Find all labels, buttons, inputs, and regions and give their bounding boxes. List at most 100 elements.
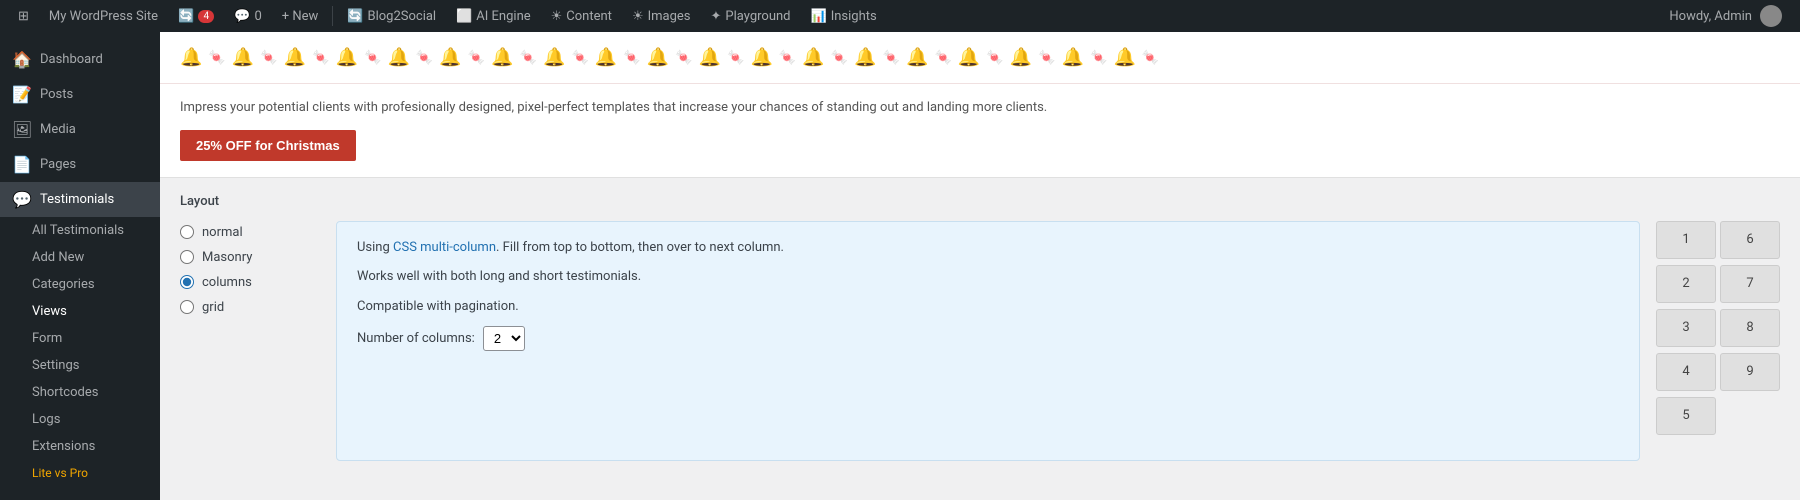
- christmas-button[interactable]: 25% OFF for Christmas: [180, 130, 356, 161]
- submenu-logs[interactable]: Logs: [0, 406, 160, 433]
- wp-logo[interactable]: ⊞: [10, 0, 37, 32]
- blog2social-button[interactable]: 🔄 Blog2Social: [339, 0, 444, 32]
- col-btn-6[interactable]: 6: [1720, 221, 1780, 259]
- submenu-add-new[interactable]: Add New: [0, 244, 160, 271]
- col-btn-3[interactable]: 3: [1656, 309, 1716, 347]
- submenu-shortcodes[interactable]: Shortcodes: [0, 379, 160, 406]
- new-button[interactable]: + New: [274, 0, 327, 32]
- dec-icon-19: 🔔: [647, 47, 669, 68]
- views-label: Views: [32, 304, 67, 319]
- layout-section: Layout normal Masonry columns: [160, 178, 1800, 477]
- updates-badge: 4: [198, 10, 214, 23]
- layout-options: normal Masonry columns grid: [180, 221, 320, 461]
- submenu-categories[interactable]: Categories: [0, 271, 160, 298]
- playground-icon: ✦: [711, 9, 722, 24]
- dec-icon-20: 🍬: [675, 50, 692, 66]
- dec-icon-14: 🍬: [520, 50, 537, 66]
- dec-icon-16: 🍬: [571, 50, 588, 66]
- user-avatar: [1760, 5, 1782, 27]
- line1-post: . Fill from top to bottom, then over to …: [496, 240, 784, 255]
- menu-item-dashboard[interactable]: 🏠 Dashboard: [0, 42, 160, 77]
- col-btn-9[interactable]: 9: [1720, 353, 1780, 391]
- line1-pre: Using: [357, 240, 393, 255]
- dec-icon-22: 🍬: [727, 50, 744, 66]
- insights-button[interactable]: 📊 Insights: [803, 0, 885, 32]
- layout-info-line3: Compatible with pagination.: [357, 297, 1619, 317]
- dec-icon-10: 🍬: [416, 50, 433, 66]
- posts-label: Posts: [40, 87, 73, 102]
- main-content: 🔔 🍬 🔔 🍬 🔔 🍬 🔔 🍬 🔔 🍬 🔔 🍬 🔔 🍬 🔔 🍬: [160, 32, 1800, 500]
- playground-button[interactable]: ✦ Playground: [703, 0, 799, 32]
- layout-info-box: Using CSS multi-column. Fill from top to…: [336, 221, 1640, 461]
- col-btn-1[interactable]: 1: [1656, 221, 1716, 259]
- dec-icon-37: 🔔: [1113, 47, 1135, 68]
- num-columns-row: Number of columns: 1 2 3 4: [357, 326, 1619, 351]
- blog2social-icon: 🔄: [347, 9, 363, 24]
- dec-icon-30: 🍬: [934, 50, 951, 66]
- dec-icon-21: 🔔: [699, 47, 721, 68]
- dec-icon-3: 🔔: [232, 47, 254, 68]
- media-label: Media: [40, 122, 76, 137]
- col-btn-empty: [1720, 397, 1780, 435]
- submenu-settings[interactable]: Settings: [0, 352, 160, 379]
- radio-normal[interactable]: normal: [180, 225, 320, 240]
- menu-item-pages[interactable]: 📄 Pages: [0, 147, 160, 182]
- lite-vs-pro-label: Lite vs Pro: [32, 466, 88, 480]
- ai-engine-label: AI Engine: [476, 9, 530, 24]
- menu-item-posts[interactable]: 📝 Posts: [0, 77, 160, 112]
- ai-engine-button[interactable]: ⬜ AI Engine: [448, 0, 539, 32]
- dec-icon-36: 🍬: [1090, 50, 1107, 66]
- dashboard-label: Dashboard: [40, 52, 103, 67]
- content-button[interactable]: ☀ Content: [543, 0, 620, 32]
- submenu-form[interactable]: Form: [0, 325, 160, 352]
- dec-icon-34: 🍬: [1038, 50, 1055, 66]
- form-label: Form: [32, 331, 62, 346]
- shortcodes-label: Shortcodes: [32, 385, 98, 400]
- col-btn-2[interactable]: 2: [1656, 265, 1716, 303]
- radio-masonry[interactable]: Masonry: [180, 250, 320, 265]
- insights-icon: 📊: [811, 9, 827, 24]
- updates-button[interactable]: 🔄 4: [170, 0, 222, 32]
- submenu-all-testimonials[interactable]: All Testimonials: [0, 217, 160, 244]
- radio-columns-input[interactable]: [180, 275, 194, 289]
- dec-icon-27: 🔔: [854, 47, 876, 68]
- ai-engine-icon: ⬜: [456, 9, 472, 24]
- radio-grid[interactable]: grid: [180, 300, 320, 315]
- comments-count: 0: [254, 9, 261, 24]
- images-button[interactable]: ☀ Images: [624, 0, 699, 32]
- dec-icon-13: 🔔: [491, 47, 513, 68]
- categories-label: Categories: [32, 277, 95, 292]
- user-greeting[interactable]: Howdy, Admin: [1661, 0, 1790, 32]
- layout-section-label: Layout: [180, 194, 1780, 209]
- admin-bar: ⊞ My WordPress Site 🔄 4 💬 0 + New 🔄 Blog…: [0, 0, 1800, 32]
- css-multicolumn-link[interactable]: CSS multi-column: [393, 240, 496, 255]
- num-columns-select[interactable]: 1 2 3 4: [483, 326, 525, 351]
- col-btn-8[interactable]: 8: [1720, 309, 1780, 347]
- col-btn-7[interactable]: 7: [1720, 265, 1780, 303]
- add-new-label: Add New: [32, 250, 84, 265]
- col-btn-5[interactable]: 5: [1656, 397, 1716, 435]
- wp-icon: ⊞: [18, 9, 29, 24]
- site-name[interactable]: My WordPress Site: [41, 0, 166, 32]
- dec-icon-1: 🔔: [180, 47, 202, 68]
- submenu-views[interactable]: Views: [0, 298, 160, 325]
- logs-label: Logs: [32, 412, 60, 427]
- dashboard-icon: 🏠: [12, 50, 32, 69]
- submenu-lite-vs-pro[interactable]: Lite vs Pro: [0, 460, 160, 486]
- playground-label: Playground: [725, 9, 790, 24]
- menu-item-media[interactable]: 🖼 Media: [0, 112, 160, 147]
- radio-columns-label: columns: [202, 275, 252, 290]
- dec-icon-7: 🔔: [336, 47, 358, 68]
- radio-masonry-input[interactable]: [180, 250, 194, 264]
- radio-columns[interactable]: columns: [180, 275, 320, 290]
- dec-icon-35: 🔔: [1062, 47, 1084, 68]
- radio-normal-label: normal: [202, 225, 243, 240]
- radio-grid-input[interactable]: [180, 300, 194, 314]
- radio-normal-input[interactable]: [180, 225, 194, 239]
- banner-decorative: 🔔 🍬 🔔 🍬 🔔 🍬 🔔 🍬 🔔 🍬 🔔 🍬 🔔 🍬 🔔 🍬: [160, 32, 1800, 84]
- submenu-extensions[interactable]: Extensions: [0, 433, 160, 460]
- comments-button[interactable]: 💬 0: [226, 0, 270, 32]
- menu-item-testimonials[interactable]: 💬 Testimonials: [0, 182, 160, 217]
- dec-icon-17: 🔔: [595, 47, 617, 68]
- col-btn-4[interactable]: 4: [1656, 353, 1716, 391]
